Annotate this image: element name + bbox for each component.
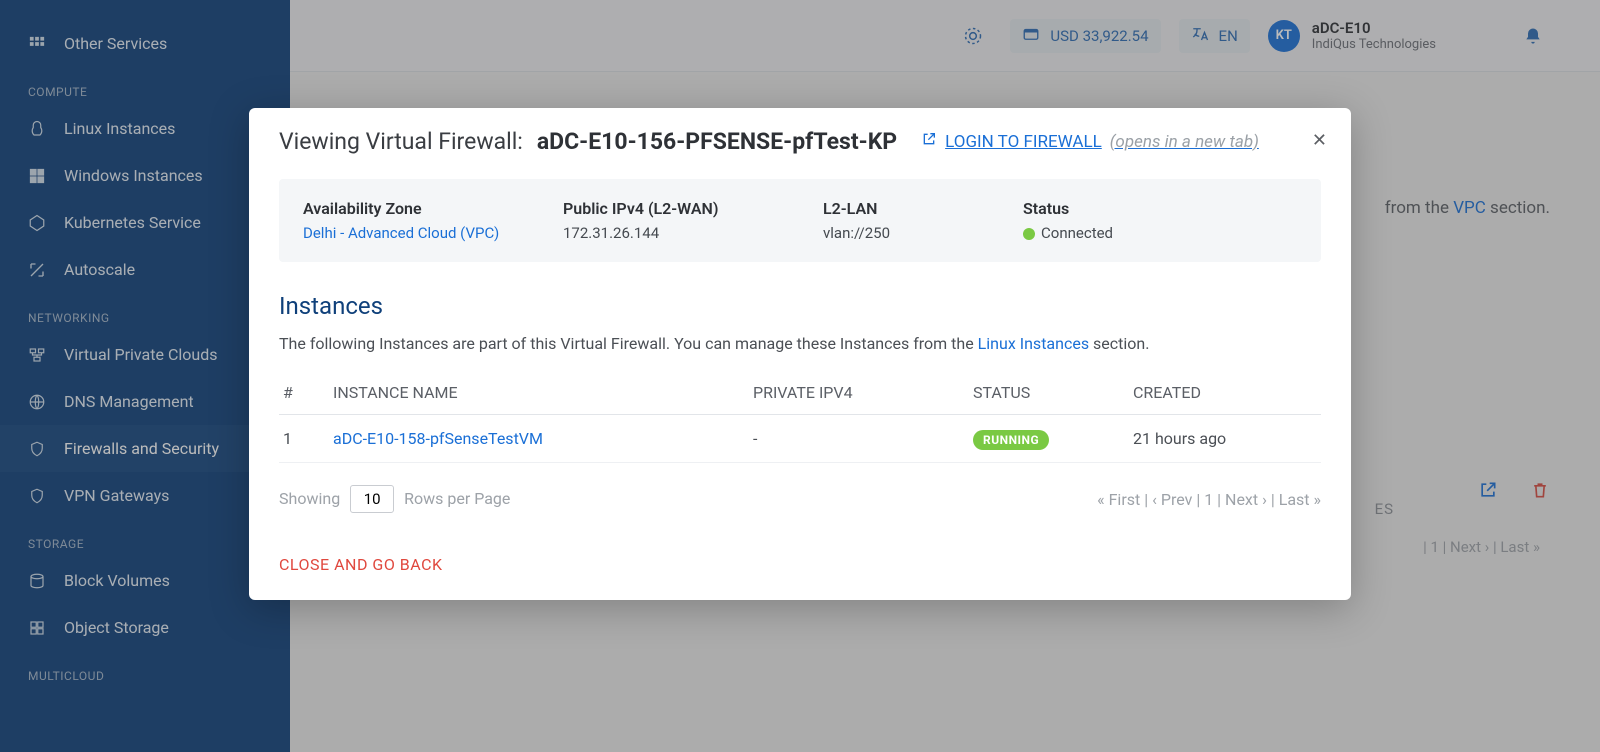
modal-page-nav[interactable]: « First | ‹ Prev | 1 | Next › | Last » bbox=[1097, 490, 1321, 509]
external-link-icon bbox=[921, 131, 937, 152]
linux-instances-link[interactable]: Linux Instances bbox=[978, 334, 1089, 353]
close-and-go-back-button[interactable]: CLOSE AND GO BACK bbox=[279, 555, 1321, 574]
modal-pager: Showing Rows per Page « First | ‹ Prev |… bbox=[279, 485, 1321, 513]
info-az-value[interactable]: Delhi - Advanced Cloud (VPC) bbox=[303, 224, 503, 242]
cell-ip: - bbox=[749, 415, 969, 463]
instances-table: # INSTANCE NAME PRIVATE IPV4 STATUS CREA… bbox=[279, 371, 1321, 463]
info-ipv4-label: Public IPv4 (L2-WAN) bbox=[563, 199, 763, 218]
instances-description: The following Instances are part of this… bbox=[279, 334, 1321, 353]
table-row: 1 aDC-E10-158-pfSenseTestVM - RUNNING 21… bbox=[279, 415, 1321, 463]
th-name: INSTANCE NAME bbox=[329, 371, 749, 415]
firewall-info-panel: Availability Zone Delhi - Advanced Cloud… bbox=[279, 179, 1321, 262]
info-l2lan-label: L2-LAN bbox=[823, 199, 963, 218]
modal-title: Viewing Virtual Firewall: aDC-E10-156-PF… bbox=[279, 128, 1321, 155]
info-az-label: Availability Zone bbox=[303, 199, 503, 218]
info-status-label: Status bbox=[1023, 199, 1183, 218]
virtual-firewall-modal: Viewing Virtual Firewall: aDC-E10-156-PF… bbox=[249, 108, 1351, 600]
rows-per-page-input[interactable] bbox=[350, 485, 394, 513]
info-status-value: Connected bbox=[1023, 224, 1183, 242]
th-index: # bbox=[279, 371, 329, 415]
close-icon[interactable]: ✕ bbox=[1312, 130, 1327, 151]
cell-index: 1 bbox=[279, 415, 329, 463]
info-ipv4-value: 172.31.26.144 bbox=[563, 224, 763, 242]
firewall-name: aDC-E10-156-PFSENSE-pfTest-KP bbox=[537, 128, 897, 155]
status-dot-icon bbox=[1023, 228, 1035, 240]
instance-link[interactable]: aDC-E10-158-pfSenseTestVM bbox=[333, 429, 543, 448]
instances-heading: Instances bbox=[279, 292, 1321, 320]
th-ip: PRIVATE IPV4 bbox=[749, 371, 969, 415]
login-to-firewall-link[interactable]: LOGIN TO FIREWALL(opens in a new tab) bbox=[921, 131, 1259, 152]
th-created: CREATED bbox=[1129, 371, 1321, 415]
modal-backdrop: Viewing Virtual Firewall: aDC-E10-156-PF… bbox=[0, 0, 1600, 752]
status-badge: RUNNING bbox=[973, 430, 1049, 450]
th-status: STATUS bbox=[969, 371, 1129, 415]
info-l2lan-value: vlan://250 bbox=[823, 224, 963, 242]
cell-created: 21 hours ago bbox=[1129, 415, 1321, 463]
